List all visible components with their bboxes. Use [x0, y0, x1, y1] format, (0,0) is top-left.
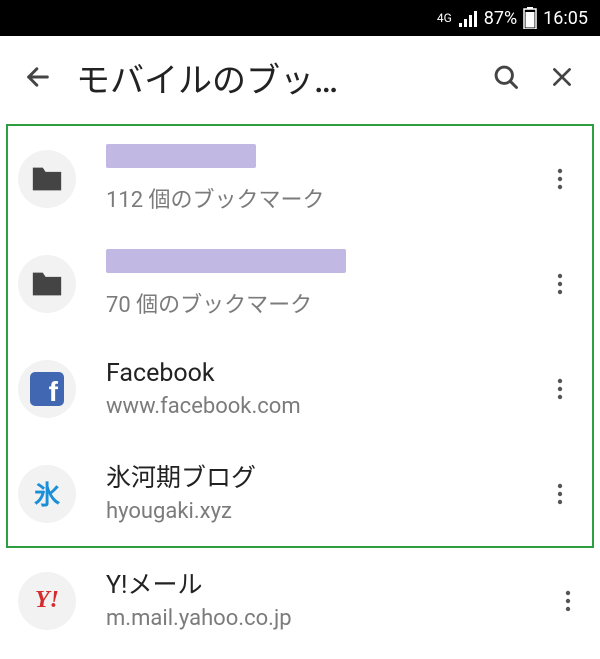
favicon-yahoo: Y!	[18, 572, 76, 630]
bookmark-item[interactable]: Facebook www.facebook.com	[8, 336, 592, 441]
search-button[interactable]	[478, 49, 534, 105]
signal-icon	[458, 8, 478, 29]
folder-icon	[18, 150, 76, 208]
more-button[interactable]	[536, 482, 584, 506]
back-button[interactable]	[10, 49, 66, 105]
battery-percent: 87%	[484, 8, 517, 29]
favicon-facebook	[18, 360, 76, 418]
page-title: モバイルのブッ…	[66, 53, 478, 102]
more-button[interactable]	[536, 272, 584, 296]
bookmark-url: m.mail.yahoo.co.jp	[106, 606, 544, 631]
favicon-hyougaki: 氷	[18, 465, 76, 523]
clock: 16:05	[543, 8, 588, 29]
bookmark-url: hyougaki.xyz	[106, 499, 536, 524]
bookmark-title: Y!メール	[106, 570, 544, 603]
bookmark-title: Facebook	[106, 358, 536, 391]
redacted-title	[106, 249, 346, 273]
battery-icon	[523, 7, 537, 29]
redacted-title	[106, 144, 256, 168]
bookmark-title: 氷河期ブログ	[106, 463, 536, 496]
bookmark-url: www.facebook.com	[106, 394, 536, 419]
more-button[interactable]	[536, 377, 584, 401]
folder-icon	[18, 255, 76, 313]
close-button[interactable]	[534, 49, 590, 105]
bookmark-item[interactable]: Y! Y!メール m.mail.yahoo.co.jp	[0, 548, 600, 653]
bookmark-folder[interactable]: 112 個のブックマーク	[8, 126, 592, 231]
bookmark-folder[interactable]: 70 個のブックマーク	[8, 231, 592, 336]
folder-count: 70 個のブックマーク	[106, 287, 536, 319]
bookmark-item[interactable]: 氷 氷河期ブログ hyougaki.xyz	[8, 441, 592, 546]
more-button[interactable]	[536, 167, 584, 191]
app-header: モバイルのブッ…	[0, 36, 600, 118]
highlight-box: 112 個のブックマーク 70 個のブックマーク	[6, 124, 594, 548]
network-type: 4G	[437, 12, 452, 24]
more-button[interactable]	[544, 589, 592, 613]
status-bar: 4G 87% 16:05	[0, 0, 600, 36]
folder-count: 112 個のブックマーク	[106, 182, 536, 214]
